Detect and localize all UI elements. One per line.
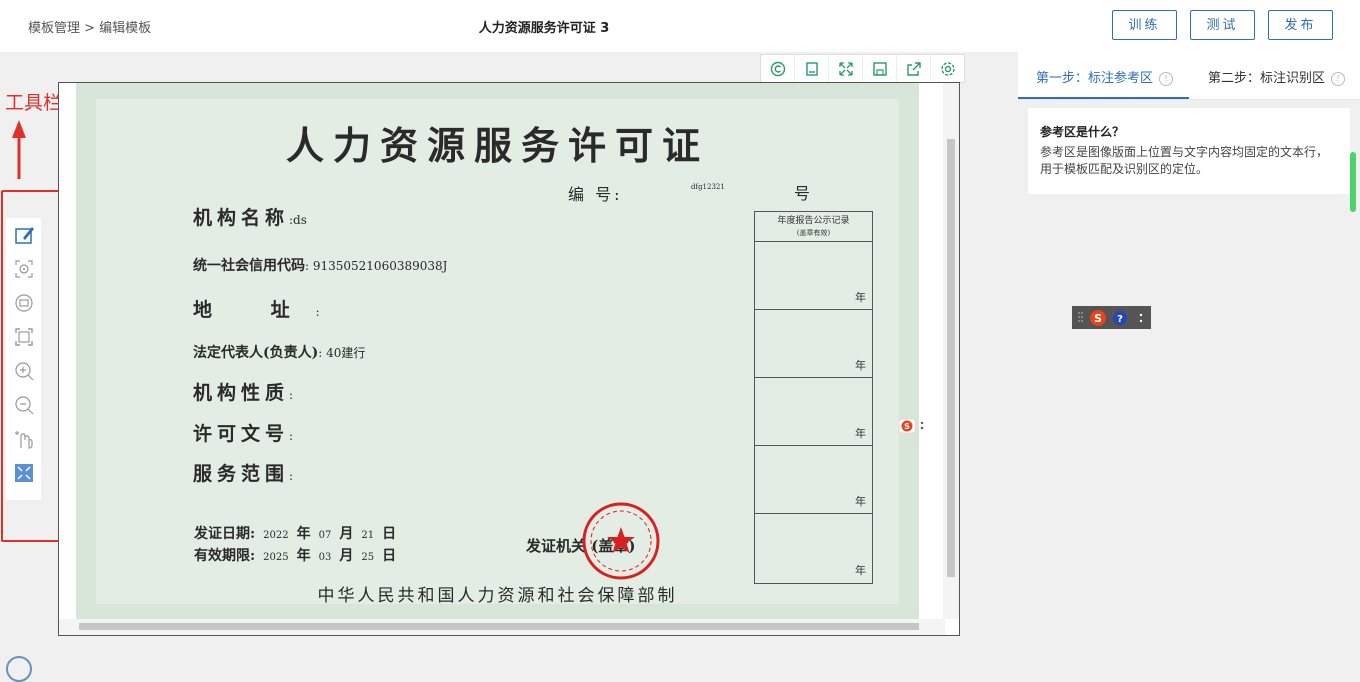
- help-circle-icon[interactable]: [6, 656, 32, 682]
- step-tabs: 第一步：标注参考区! 第二步：标注识别区!: [1018, 52, 1360, 100]
- svg-text:S: S: [904, 422, 910, 431]
- collapse-icon[interactable]: [6, 456, 41, 490]
- info-icon: !: [1331, 71, 1346, 86]
- annual-report-table: 年度报告公示记录 (盖章有效) 年 年 年 年 年: [754, 211, 873, 584]
- issue-date: 发证日期: 2022 年 07 月 21 日: [194, 526, 397, 542]
- legal-rep-label: 法定代表人(负责人): 40建行: [193, 345, 366, 361]
- valid-date: 有效期限: 2025 年 03 月 25 日: [194, 548, 397, 564]
- certificate-image[interactable]: 人力资源服务许可证 编 号: dfg12321 号 机构名称:ds 统一社会信用…: [76, 83, 919, 620]
- right-panel: 第一步：标注参考区! 第二步：标注识别区! 参考区是什么？ 参考区是图像版面上位…: [1018, 52, 1360, 666]
- annual-report-row: 年: [855, 564, 866, 577]
- ime-mini-widget[interactable]: S: [898, 418, 928, 434]
- permit-no-label: 许可文号:: [193, 423, 294, 445]
- side-toolbar: [6, 218, 41, 500]
- annual-report-row: 年: [755, 310, 872, 378]
- annual-report-header: 年度报告公示记录 (盖章有效): [755, 212, 872, 242]
- fullscreen-icon[interactable]: [829, 55, 863, 82]
- image-rotate-icon[interactable]: [6, 286, 41, 320]
- credit-code-label: 统一社会信用代码: 91350521060389038J: [193, 258, 448, 274]
- settings-icon[interactable]: [931, 55, 964, 82]
- pan-hand-icon[interactable]: [6, 422, 41, 456]
- info-card: 参考区是什么？ 参考区是图像版面上位置与文字内容均固定的文本行，用于模板匹配及识…: [1028, 108, 1350, 194]
- address-label: 地 址:: [193, 299, 320, 321]
- toolbar-annotation-label: 工具栏: [5, 92, 63, 114]
- tab-step-recognition[interactable]: 第二步：标注识别区!: [1208, 67, 1346, 86]
- tab-step-reference[interactable]: 第一步：标注参考区!: [1036, 67, 1174, 86]
- copyright-icon[interactable]: [761, 55, 795, 82]
- org-name-label: 机构名称:ds: [193, 207, 307, 229]
- annual-report-row: 年: [755, 242, 872, 310]
- svg-text:?: ?: [1117, 314, 1123, 325]
- target-select-icon[interactable]: [6, 252, 41, 286]
- ime-toolbar[interactable]: S?: [1072, 306, 1151, 329]
- org-type-label: 机构性质:: [193, 382, 294, 404]
- active-tab-indicator: [1018, 97, 1189, 99]
- number-value: dfg12321: [691, 183, 725, 191]
- image-toolbar: [760, 54, 965, 83]
- up-arrow-icon: [12, 120, 26, 184]
- horizontal-scroll-thumb[interactable]: [79, 623, 919, 630]
- top-bar: 模板管理 > 编辑模板 人力资源服务许可证 3 训练 测试 发布: [0, 0, 1360, 52]
- number-suffix: 号: [794, 184, 811, 203]
- vertical-scroll-thumb[interactable]: [947, 139, 955, 577]
- test-button[interactable]: 测试: [1190, 10, 1255, 40]
- vertical-scrollbar[interactable]: [943, 83, 959, 619]
- zoom-in-icon[interactable]: [6, 354, 41, 388]
- scope-label: 服务范围:: [193, 463, 294, 485]
- save-icon[interactable]: [863, 55, 897, 82]
- official-seal-icon: [581, 501, 661, 585]
- page-icon[interactable]: [795, 55, 829, 82]
- image-viewer[interactable]: 人力资源服务许可证 编 号: dfg12321 号 机构名称:ds 统一社会信用…: [58, 82, 960, 636]
- publish-button[interactable]: 发布: [1268, 10, 1333, 40]
- train-button[interactable]: 训练: [1112, 10, 1177, 40]
- info-text: 参考区是图像版面上位置与文字内容均固定的文本行，用于模板匹配及识别区的定位。: [1040, 145, 1329, 176]
- number-label: 编 号:: [568, 185, 623, 204]
- certificate-footer: 中华人民共和国人力资源和社会保障部制: [317, 586, 678, 606]
- panel-scrollbar[interactable]: [1350, 152, 1356, 212]
- info-icon: !: [1159, 71, 1174, 86]
- draw-box-icon[interactable]: [6, 218, 41, 252]
- horizontal-scrollbar[interactable]: [59, 619, 945, 635]
- info-title: 参考区是什么？: [1040, 125, 1125, 139]
- annual-report-row: 年: [755, 378, 872, 446]
- certificate-title: 人力资源服务许可证: [285, 123, 709, 168]
- svg-text:S: S: [1094, 312, 1102, 325]
- annual-report-row: 年: [755, 446, 872, 514]
- zoom-out-icon[interactable]: [6, 388, 41, 422]
- page-title: 人力资源服务许可证 3: [478, 21, 610, 36]
- fit-frame-icon[interactable]: [6, 320, 41, 354]
- export-icon[interactable]: [897, 55, 931, 82]
